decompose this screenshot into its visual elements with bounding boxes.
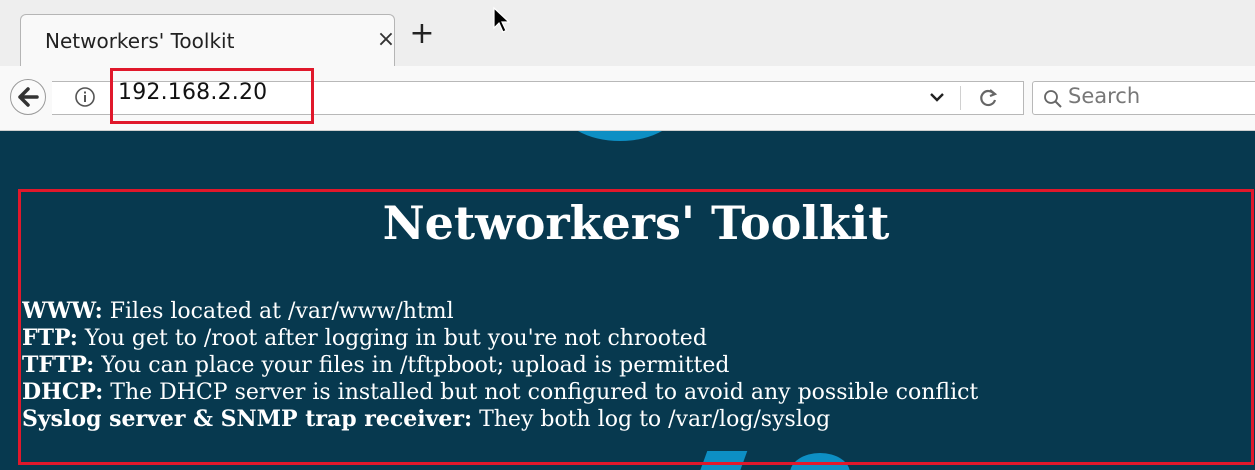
new-tab-button[interactable]: +: [405, 18, 439, 52]
item-value: Files located at /var/www/html: [109, 299, 454, 324]
tab-title: Networkers' Toolkit: [45, 29, 235, 53]
item-key: FTP:: [22, 325, 78, 351]
item-key: Syslog server & SNMP trap receiver:: [22, 406, 473, 432]
service-info-list: WWW: Files located at /var/www/html FTP:…: [22, 298, 1254, 433]
reload-icon[interactable]: [976, 86, 1000, 110]
tab-strip: Networkers' Toolkit × +: [0, 0, 1255, 67]
list-item-www: WWW: Files located at /var/www/html: [22, 298, 1254, 325]
tab-close-icon[interactable]: ×: [373, 27, 399, 53]
back-button[interactable]: [10, 79, 46, 115]
item-value: You can place your files in /tftpboot; u…: [101, 353, 730, 378]
decorative-arc: [560, 131, 680, 141]
browser-tab[interactable]: Networkers' Toolkit ×: [20, 14, 395, 66]
back-arrow-icon: [18, 87, 39, 107]
list-item-tftp: TFTP: You can place your files in /tftpb…: [22, 352, 1254, 379]
list-item-ftp: FTP: You get to /root after logging in b…: [22, 325, 1254, 352]
item-key: WWW:: [22, 298, 103, 324]
url-highlight-box: [110, 68, 314, 124]
list-item-syslog: Syslog server & SNMP trap receiver: They…: [22, 406, 1254, 433]
search-icon: [1044, 90, 1062, 108]
chevron-down-icon[interactable]: [928, 90, 946, 104]
page-title: Networkers' Toolkit: [382, 196, 890, 250]
list-item-dhcp: DHCP: The DHCP server is installed but n…: [22, 379, 1254, 406]
item-value: They both log to /var/log/syslog: [479, 407, 831, 432]
item-value: You get to /root after logging in but yo…: [84, 326, 707, 351]
item-key: DHCP:: [22, 379, 104, 405]
item-value: The DHCP server is installed but not con…: [110, 380, 979, 405]
mouse-cursor-icon: [493, 6, 510, 33]
search-placeholder[interactable]: Search: [1068, 84, 1140, 108]
url-bar-divider: [960, 86, 961, 110]
search-bar[interactable]: [1032, 81, 1255, 115]
item-key: TFTP:: [22, 352, 95, 378]
info-icon[interactable]: [74, 86, 96, 108]
